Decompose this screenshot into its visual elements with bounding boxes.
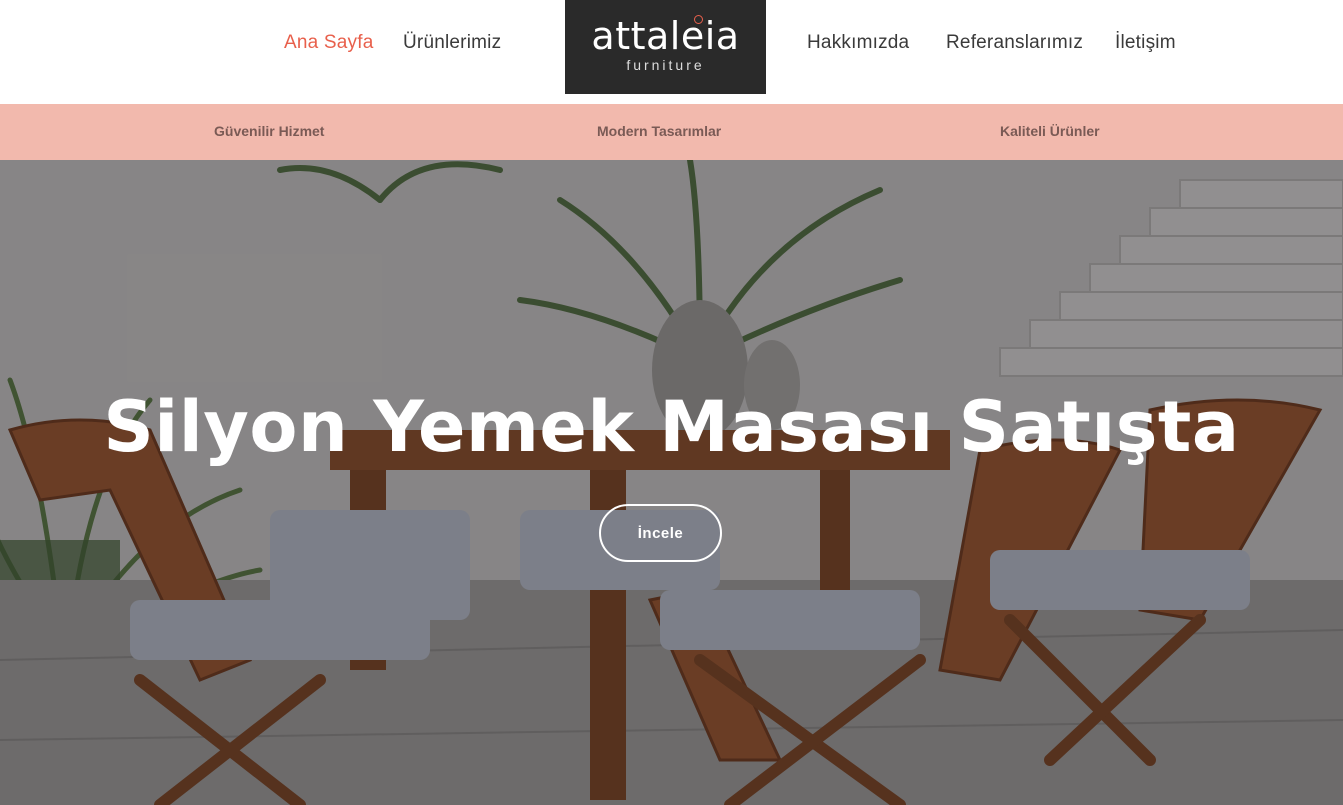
logo-wordmark: attaleia — [591, 14, 740, 58]
feature-bar: Güvenilir Hizmet Modern Tasarımlar Kalit… — [0, 104, 1343, 160]
logo-subtitle: furniture — [626, 57, 705, 73]
nav-contact[interactable]: İletişim — [1115, 32, 1176, 54]
feature-modern-designs: Modern Tasarımlar — [597, 123, 722, 139]
brand-logo[interactable]: attaleia furniture — [565, 0, 766, 94]
nav-references[interactable]: Referanslarımız — [946, 32, 1083, 54]
hero-title: Silyon Yemek Masası Satışta — [103, 386, 1240, 468]
nav-products[interactable]: Ürünlerimiz — [403, 32, 501, 54]
registered-mark-icon — [694, 15, 703, 24]
feature-reliable-service: Güvenilir Hizmet — [214, 123, 325, 139]
nav-home[interactable]: Ana Sayfa — [284, 32, 373, 54]
hero-overlay — [0, 160, 1343, 805]
hero-banner: Silyon Yemek Masası Satışta İncele — [0, 160, 1343, 805]
nav-about[interactable]: Hakkımızda — [807, 32, 909, 54]
inspect-button[interactable]: İncele — [599, 504, 722, 562]
feature-quality-products: Kaliteli Ürünler — [1000, 123, 1100, 139]
site-header: Ana Sayfa Ürünlerimiz attaleia furniture… — [0, 0, 1343, 104]
